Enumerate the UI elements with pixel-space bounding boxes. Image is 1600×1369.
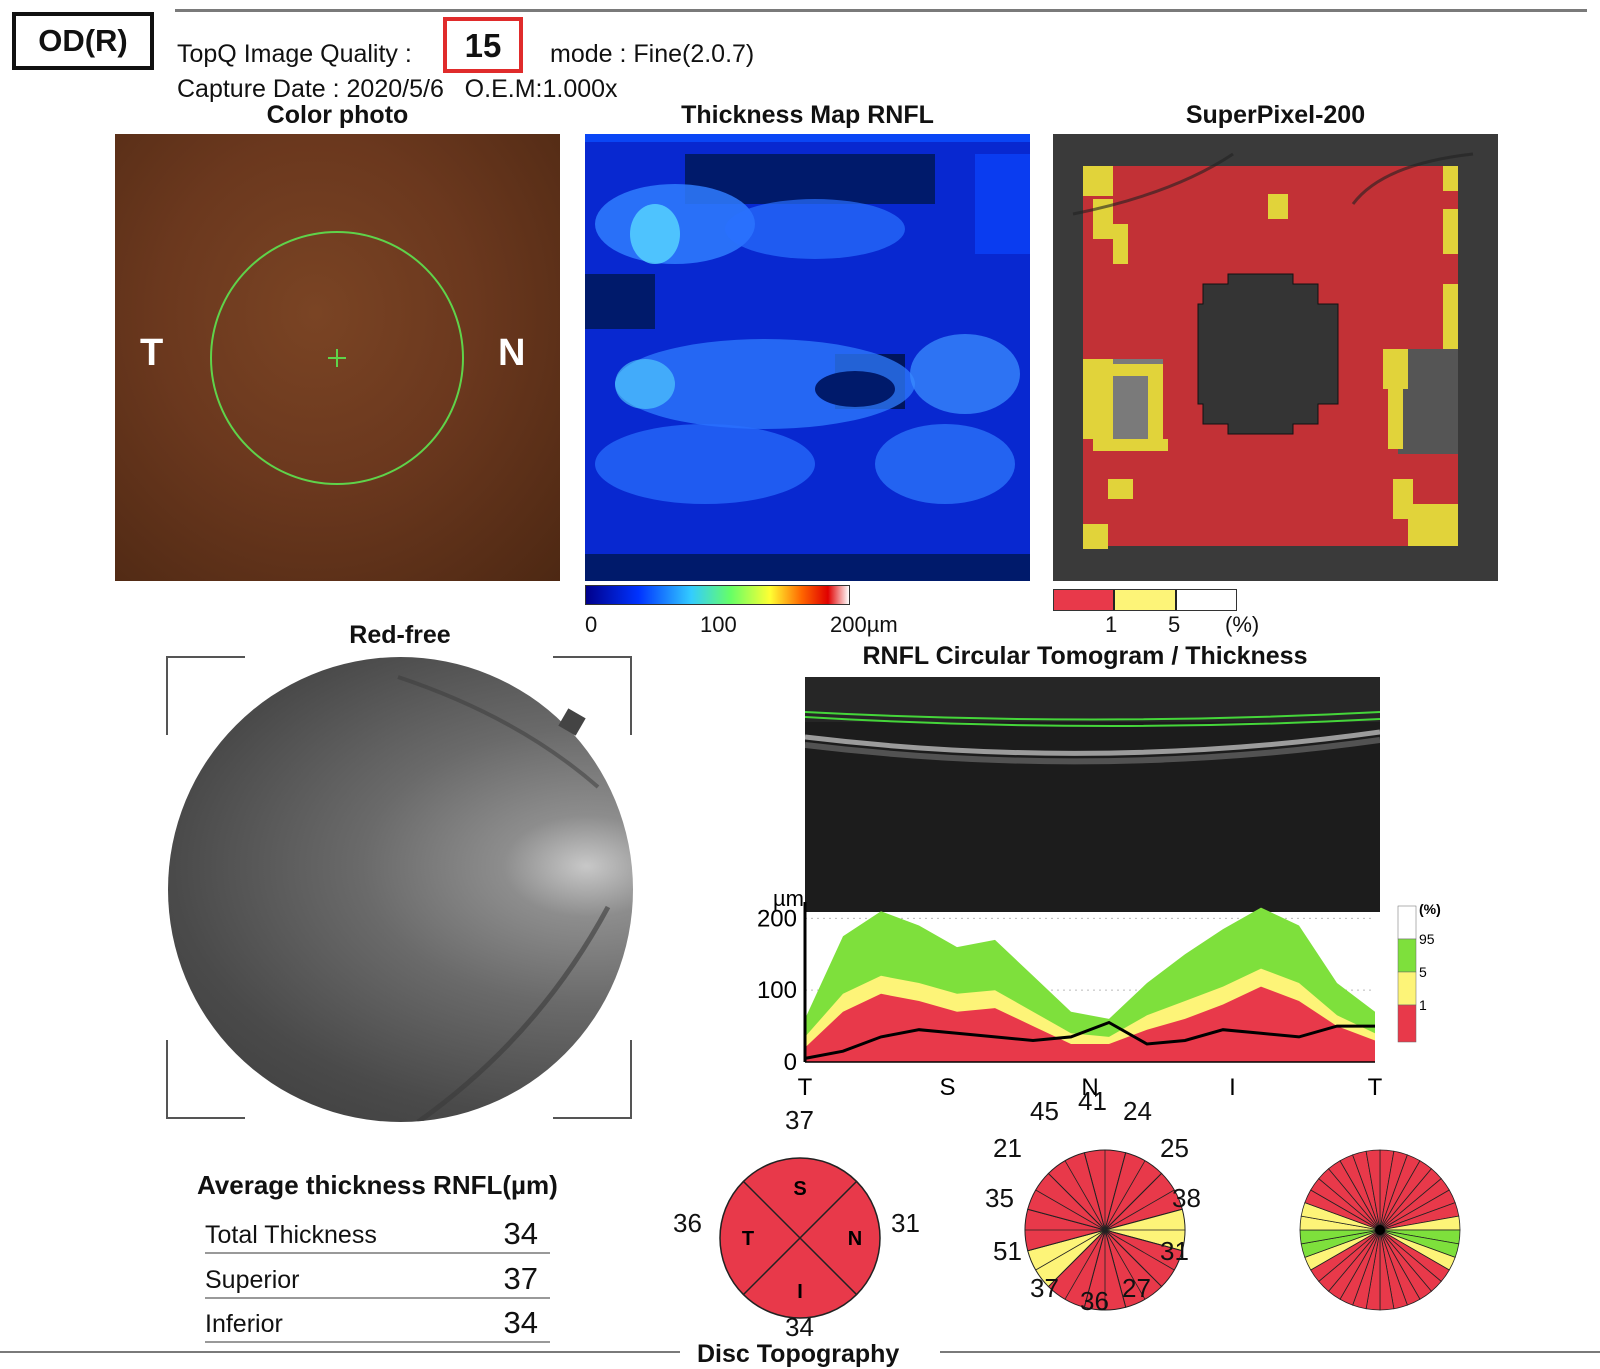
clock-value: 41 bbox=[1078, 1086, 1107, 1116]
red-free-title: Red-free bbox=[349, 621, 451, 649]
legend-entry: 95 bbox=[1419, 931, 1435, 947]
quadrant-label-n: N bbox=[848, 1228, 862, 1250]
average-title: Average thickness RNFL(µm) bbox=[197, 1170, 558, 1200]
sector-pie bbox=[1299, 1149, 1461, 1311]
quality-value: 15 bbox=[443, 17, 523, 73]
y-tick-label: 0 bbox=[784, 1049, 797, 1076]
clock-value: 21 bbox=[993, 1133, 1022, 1163]
clock-value: 51 bbox=[993, 1236, 1022, 1266]
mode-label: mode : Fine(2.0.7) bbox=[550, 40, 755, 68]
capture-date: Capture Date : 2020/5/6 O.E.M:1.000x bbox=[177, 75, 618, 103]
x-tick-label: T bbox=[1368, 1074, 1383, 1101]
legend-swatch bbox=[1397, 938, 1417, 973]
row-value: 34 bbox=[503, 1216, 538, 1251]
nasal-label: N bbox=[498, 332, 526, 374]
footer-rule-right bbox=[940, 1351, 1600, 1353]
quadrant-value-right: 31 bbox=[891, 1208, 920, 1238]
legend-swatch bbox=[1397, 971, 1417, 1006]
clock-value: 36 bbox=[1080, 1286, 1109, 1316]
clock-value: 31 bbox=[1160, 1236, 1189, 1266]
quadrant-value-left: 36 bbox=[673, 1208, 702, 1238]
y-tick-label: 200 bbox=[757, 905, 797, 932]
temporal-label: T bbox=[140, 332, 164, 374]
clock-value: 45 bbox=[1030, 1096, 1059, 1126]
clock-value: 27 bbox=[1122, 1273, 1151, 1303]
quadrant-label-s: S bbox=[793, 1178, 806, 1200]
color-photo-title: Color photo bbox=[266, 101, 409, 129]
superpixel-title: SuperPixel-200 bbox=[1185, 101, 1366, 129]
x-tick-label: S bbox=[939, 1074, 955, 1101]
center-cross-icon bbox=[328, 349, 346, 367]
quadrant-value-bottom: 34 bbox=[785, 1312, 814, 1342]
table-row: Inferior 34 bbox=[205, 1299, 550, 1343]
table-row: Total Thickness 34 bbox=[205, 1210, 550, 1254]
quadrant-value-top: 37 bbox=[785, 1105, 814, 1135]
color-fundus-photo: T N bbox=[115, 134, 560, 581]
oct-tomogram bbox=[805, 677, 1380, 912]
header-rule bbox=[175, 9, 1587, 12]
row-value: 34 bbox=[503, 1305, 538, 1340]
legend-swatch bbox=[1397, 1004, 1417, 1043]
quadrant-label-i: I bbox=[797, 1281, 803, 1303]
colorbar-tick-200: 200µm bbox=[830, 612, 898, 637]
legend-swatch bbox=[1397, 905, 1417, 940]
quality-label: TopQ Image Quality : bbox=[177, 40, 412, 68]
thickness-map-title: Thickness Map RNFL bbox=[681, 101, 934, 129]
quadrant-pie: S T N I bbox=[719, 1157, 881, 1319]
tomogram-title: RNFL Circular Tomogram / Thickness bbox=[862, 642, 1308, 670]
superpixel-tick-1: 1 bbox=[1105, 612, 1118, 637]
colorbar-tick-100: 100 bbox=[700, 612, 737, 637]
clock-value: 35 bbox=[985, 1183, 1014, 1213]
row-value: 37 bbox=[503, 1261, 538, 1296]
superpixel-tick-pct: (%) bbox=[1225, 612, 1260, 637]
legend-entry: 1 bbox=[1419, 997, 1427, 1013]
y-tick-label: 100 bbox=[757, 977, 797, 1004]
superpixel-scale bbox=[1053, 589, 1237, 611]
legend-title: (%) bbox=[1419, 901, 1441, 917]
thickness-map-image bbox=[585, 134, 1030, 581]
clock-value: 25 bbox=[1160, 1133, 1189, 1163]
clock-value: 37 bbox=[1030, 1273, 1059, 1303]
clock-value: 24 bbox=[1123, 1096, 1152, 1126]
footer-label: Disc Topography bbox=[697, 1340, 900, 1368]
rnfl-thickness-chart: µm2001000T S N I T(%)9551 bbox=[757, 892, 1441, 1101]
superpixel-image bbox=[1053, 134, 1498, 581]
row-label: Inferior bbox=[205, 1310, 283, 1338]
table-row: Superior 37 bbox=[205, 1255, 550, 1299]
x-tick-label: T bbox=[798, 1074, 813, 1101]
legend-entry: 5 bbox=[1419, 964, 1427, 980]
x-tick-label: I bbox=[1229, 1074, 1236, 1101]
footer-rule-left bbox=[0, 1351, 680, 1353]
superpixel-tick-5: 5 bbox=[1168, 612, 1181, 637]
sector-center bbox=[1375, 1225, 1385, 1235]
eye-badge: OD(R) bbox=[12, 12, 154, 70]
colorbar-tick-0: 0 bbox=[585, 612, 598, 637]
row-label: Total Thickness bbox=[205, 1221, 377, 1249]
thickness-colorbar bbox=[585, 585, 850, 605]
quadrant-label-t: T bbox=[742, 1228, 754, 1250]
clock-value: 38 bbox=[1172, 1183, 1201, 1213]
row-label: Superior bbox=[205, 1266, 300, 1294]
